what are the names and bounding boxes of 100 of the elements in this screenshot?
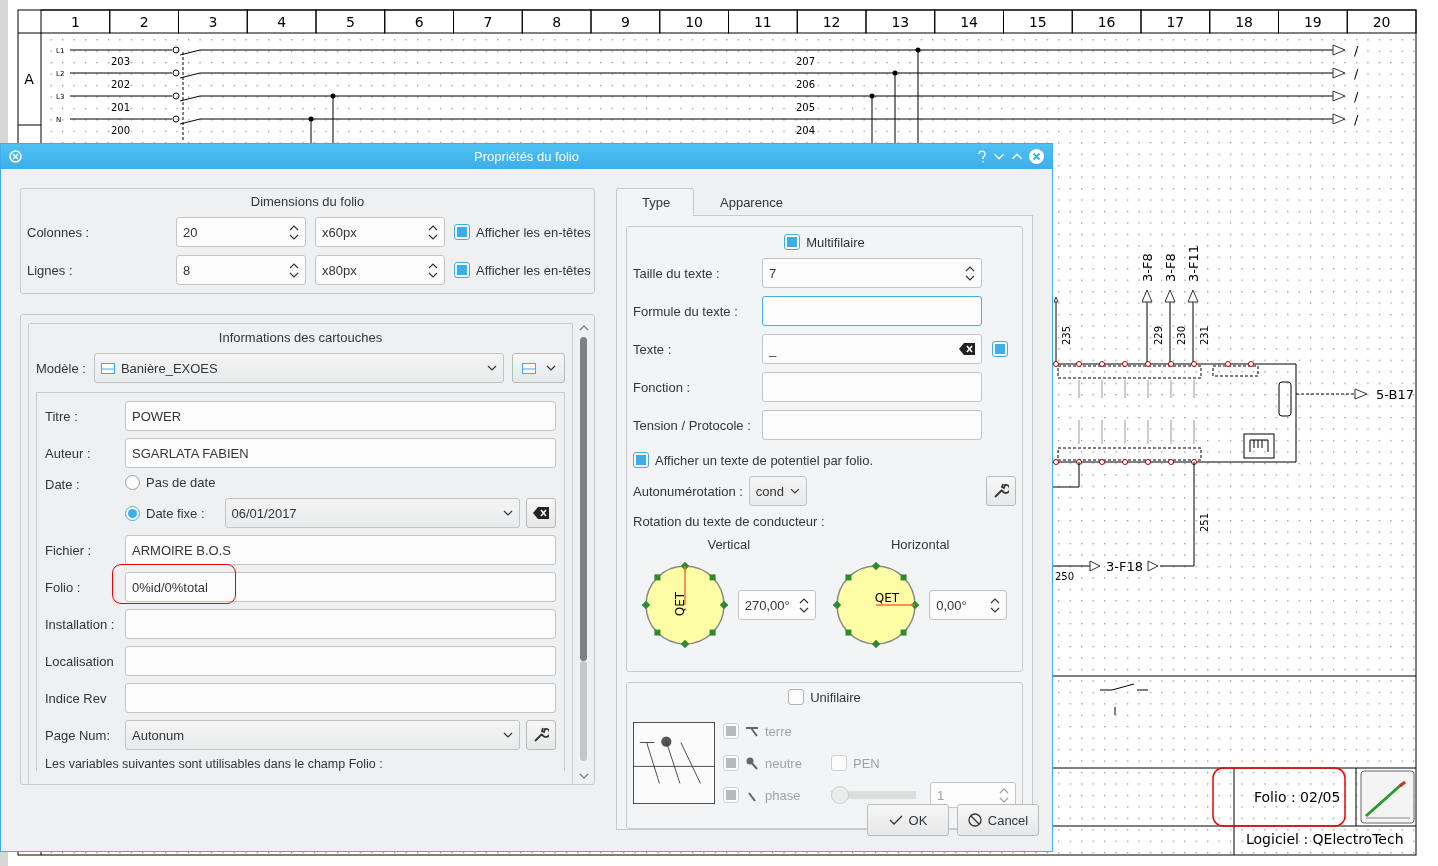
field-label: Auteur : xyxy=(45,445,92,461)
radio-button[interactable] xyxy=(125,475,140,490)
checkbox[interactable] xyxy=(454,224,470,240)
backspace-icon xyxy=(959,343,975,355)
checkbox-label[interactable]: Afficher les en-têtes xyxy=(476,262,591,278)
field-label: Autonumérotation : xyxy=(633,483,743,499)
junction xyxy=(308,116,314,144)
title-block-text: Folio : 02/05 xyxy=(1254,789,1341,805)
column-number: 7 xyxy=(483,14,493,30)
text-field[interactable] xyxy=(762,296,982,326)
backspace-icon xyxy=(533,507,549,519)
wrench-button[interactable] xyxy=(986,476,1016,506)
template-dropdown[interactable]: Banière_EXOES xyxy=(93,353,504,383)
column-number: 5 xyxy=(345,14,355,30)
field-label: Tension / Protocole : xyxy=(633,417,752,433)
maximize-icon[interactable] xyxy=(1011,152,1023,161)
text-field[interactable] xyxy=(125,609,556,639)
text-field[interactable]: 0%id/0%total xyxy=(125,572,556,602)
checkbox[interactable] xyxy=(992,341,1008,357)
wire-number: 231 xyxy=(1199,325,1210,345)
bus-wire xyxy=(1053,296,1059,363)
text-field[interactable] xyxy=(762,410,982,440)
field-label: Lignes : xyxy=(27,262,74,278)
column-number: 12 xyxy=(822,14,841,30)
wire-number: 200 xyxy=(111,125,131,136)
dial-label: Horizontal xyxy=(891,537,950,552)
spin-box[interactable]: 20 xyxy=(176,217,306,247)
spin-box[interactable]: 8 xyxy=(176,255,306,285)
cancel-icon xyxy=(967,813,982,827)
spin-box[interactable]: 0,00° xyxy=(929,590,1008,620)
check-icon xyxy=(888,815,903,825)
dialog-button[interactable]: OK xyxy=(867,804,949,836)
wrench-icon xyxy=(533,727,549,743)
checkbox[interactable] xyxy=(454,262,470,278)
text-field[interactable] xyxy=(762,372,982,402)
column-number: 4 xyxy=(277,14,287,30)
checkbox-label[interactable]: Multifilaire xyxy=(806,234,865,250)
connector-arrow xyxy=(1332,113,1346,125)
connector-arrow xyxy=(1332,67,1346,79)
field-label: Texte : xyxy=(633,341,673,357)
wire-number: 229 xyxy=(1153,325,1164,345)
spin-box[interactable]: 270,00° xyxy=(737,590,816,620)
end-mark: / xyxy=(1354,66,1359,81)
junction xyxy=(330,93,336,144)
wire-number: 251 xyxy=(1199,512,1210,532)
spin-box[interactable]: x80px xyxy=(315,255,445,285)
radio-label[interactable]: Date fixe : xyxy=(146,505,205,521)
clear-button[interactable] xyxy=(526,498,556,528)
column-number: 11 xyxy=(753,14,772,30)
template-icon xyxy=(100,362,115,374)
window-title: Propriétés du folio xyxy=(474,149,579,164)
date-dropdown[interactable]: 06/01/2017 xyxy=(224,498,520,528)
dial-label: Vertical xyxy=(707,537,751,552)
wrench-button[interactable] xyxy=(526,720,556,750)
close-icon[interactable] xyxy=(1029,149,1044,164)
wire-number: 206 xyxy=(796,79,816,90)
text-field[interactable] xyxy=(125,646,556,676)
radio-button[interactable] xyxy=(125,505,140,521)
column-number: 6 xyxy=(414,14,424,30)
text-field[interactable]: ARMOIRE B.O.S xyxy=(125,535,556,565)
field-label: Formule du texte : xyxy=(633,303,739,319)
checkbox[interactable] xyxy=(784,234,801,250)
template-menu-button[interactable] xyxy=(512,353,565,383)
field-label: Fichier : xyxy=(45,542,93,558)
text-field[interactable] xyxy=(125,683,556,713)
reference-label: 3-F18 xyxy=(1106,559,1143,574)
checkbox[interactable] xyxy=(633,452,649,468)
column-number: 19 xyxy=(1303,14,1322,30)
group-title: Informations des cartouches xyxy=(218,330,383,345)
text-field[interactable]: SGARLATA FABIEN xyxy=(125,438,556,468)
text-field[interactable]: _ xyxy=(762,334,982,364)
column-number: 17 xyxy=(1166,14,1185,30)
spin-box[interactable]: x60px xyxy=(315,217,445,247)
group-title: Dimensions du folio xyxy=(250,194,365,209)
switch-symbol xyxy=(1099,683,1149,716)
tab[interactable]: Type xyxy=(616,188,694,216)
tab[interactable]: Apparence xyxy=(694,188,798,216)
checkbox-label[interactable]: Afficher un texte de potentiel par folio. xyxy=(655,452,873,468)
checkbox-label[interactable]: Afficher les en-têtes xyxy=(476,224,591,240)
dropdown[interactable]: cond xyxy=(748,476,807,506)
radio-label[interactable]: Pas de date xyxy=(146,475,216,490)
spin-box[interactable]: 7 xyxy=(762,258,982,288)
close-icon[interactable] xyxy=(9,150,22,163)
column-number: 9 xyxy=(620,14,630,30)
dialog-button[interactable]: Cancel xyxy=(957,804,1039,836)
minimize-icon[interactable] xyxy=(993,152,1005,161)
column-number: 18 xyxy=(1235,14,1254,30)
wire-number: 202 xyxy=(111,79,131,90)
reference-label: 5-B17 xyxy=(1376,387,1414,402)
neutral-symbol-icon xyxy=(745,756,759,770)
help-icon[interactable] xyxy=(977,150,987,163)
text-field[interactable]: POWER xyxy=(125,401,556,431)
end-mark: / xyxy=(1354,112,1359,127)
dropdown[interactable]: Autonum xyxy=(125,720,520,750)
wrench-icon xyxy=(993,483,1009,499)
help-text: Les variables suivantes sont utilisables dans le champ Folio : xyxy=(45,757,384,771)
column-number: 13 xyxy=(891,14,910,30)
field-label: Taille du texte : xyxy=(633,265,721,281)
ground-symbol-icon xyxy=(745,724,759,738)
logo-icon xyxy=(1360,770,1415,824)
